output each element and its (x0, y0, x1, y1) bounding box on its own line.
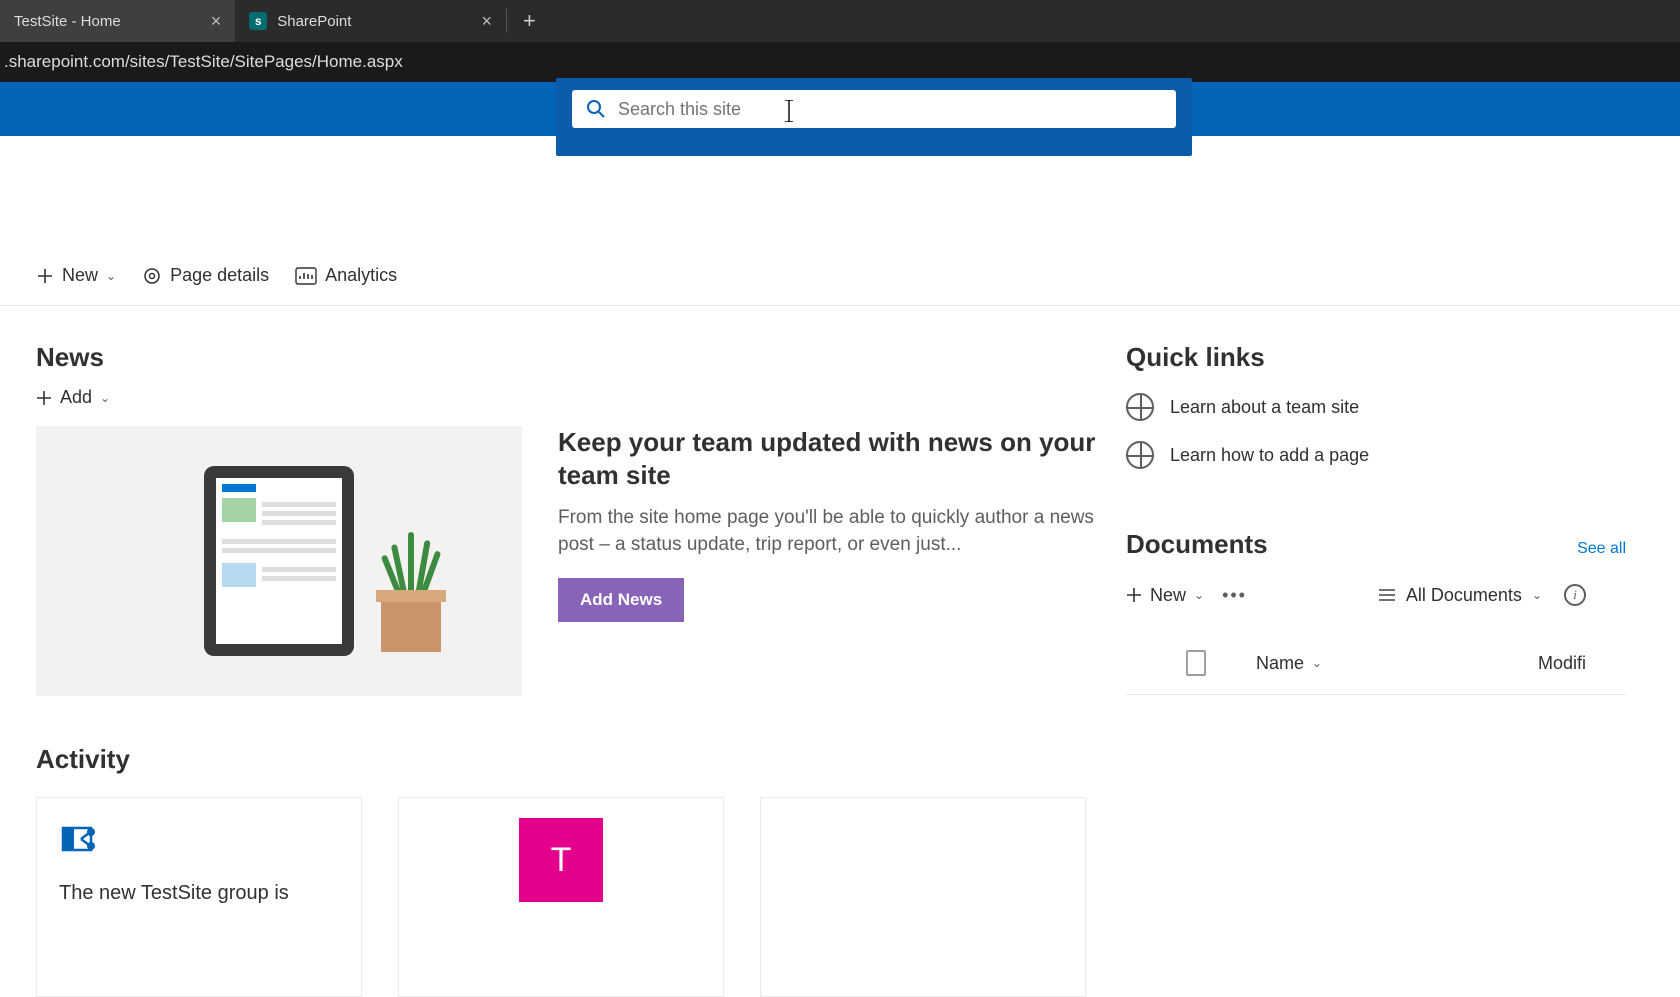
chevron-down-icon: ⌄ (1312, 656, 1322, 670)
site-tile-icon: T (519, 818, 603, 902)
documents-heading: Documents (1126, 529, 1268, 560)
browser-tab-1[interactable]: TestSite - Home × (0, 0, 235, 42)
activity-heading: Activity (36, 744, 1116, 775)
analytics-icon (295, 267, 317, 285)
add-news-button[interactable]: Add News (558, 578, 684, 622)
more-icon[interactable]: ••• (1222, 585, 1247, 606)
quicklink-item[interactable]: Learn how to add a page (1126, 441, 1626, 469)
quicklink-item[interactable]: Learn about a team site (1126, 393, 1626, 421)
add-label: Add (60, 387, 92, 408)
chevron-down-icon: ⌄ (106, 269, 116, 283)
plant-illustration (376, 532, 446, 652)
quicklinks-heading: Quick links (1126, 342, 1626, 373)
globe-icon (1126, 441, 1154, 469)
list-icon (1378, 588, 1396, 602)
view-selector[interactable]: All Documents ⌄ (1378, 585, 1542, 606)
analytics-button[interactable]: Analytics (295, 265, 397, 286)
browser-tab-2[interactable]: s SharePoint × (235, 0, 506, 42)
close-icon[interactable]: × (211, 11, 222, 32)
info-icon[interactable]: i (1564, 584, 1586, 606)
plus-icon (36, 390, 52, 406)
sharepoint-icon: s (249, 12, 267, 30)
activity-text: The new TestSite group is (59, 880, 339, 906)
news-placeholder-image (36, 426, 522, 696)
plus-icon (36, 267, 54, 285)
close-icon[interactable]: × (481, 11, 492, 32)
analytics-label: Analytics (325, 265, 397, 286)
documents-new-button[interactable]: New ⌄ (1126, 585, 1204, 606)
view-label: All Documents (1406, 585, 1522, 606)
add-news-dropdown[interactable]: Add ⌄ (36, 387, 1116, 408)
activity-card[interactable] (760, 797, 1086, 997)
search-icon (586, 99, 606, 119)
quicklink-label: Learn how to add a page (1170, 445, 1369, 466)
see-all-link[interactable]: See all (1577, 540, 1626, 558)
activity-card[interactable]: The new TestSite group is (36, 797, 362, 997)
page-details-label: Page details (170, 265, 269, 286)
quicklink-label: Learn about a team site (1170, 397, 1359, 418)
browser-tab-strip: TestSite - Home × s SharePoint × + (0, 0, 1680, 42)
news-promo-body: From the site home page you'll be able t… (558, 505, 1116, 558)
document-icon (1186, 650, 1206, 676)
page-details-button[interactable]: Page details (142, 265, 269, 286)
column-name[interactable]: Name ⌄ (1256, 653, 1322, 674)
tab-title: TestSite - Home (14, 13, 121, 30)
plus-icon (1126, 587, 1142, 603)
new-tab-button[interactable]: + (507, 8, 552, 34)
column-name-label: Name (1256, 653, 1304, 674)
chevron-down-icon: ⌄ (1194, 588, 1204, 602)
search-box[interactable] (572, 90, 1176, 128)
suite-header (0, 82, 1680, 136)
gear-icon (142, 266, 162, 286)
chevron-down-icon: ⌄ (100, 391, 110, 405)
search-input[interactable] (618, 99, 1162, 120)
chevron-down-icon: ⌄ (1532, 588, 1542, 602)
command-bar: New ⌄ Page details Analytics (0, 246, 1680, 306)
news-heading: News (36, 342, 1116, 373)
documents-new-label: New (1150, 585, 1186, 606)
globe-icon (1126, 393, 1154, 421)
documents-column-headers: Name ⌄ Modifi (1126, 650, 1626, 695)
activity-card[interactable]: T (398, 797, 724, 997)
column-modified-label: Modifi (1538, 653, 1586, 673)
share-icon (59, 820, 101, 862)
column-modified[interactable]: Modifi (1538, 653, 1626, 674)
new-button[interactable]: New ⌄ (36, 265, 116, 286)
address-bar[interactable]: .sharepoint.com/sites/TestSite/SitePages… (0, 42, 1680, 82)
new-label: New (62, 265, 98, 286)
url-text: .sharepoint.com/sites/TestSite/SitePages… (4, 52, 403, 72)
tab-title: SharePoint (277, 13, 351, 30)
news-promo-title: Keep your team updated with news on your… (558, 426, 1116, 491)
documents-toolbar: New ⌄ ••• All Documents ⌄ i (1126, 584, 1626, 606)
